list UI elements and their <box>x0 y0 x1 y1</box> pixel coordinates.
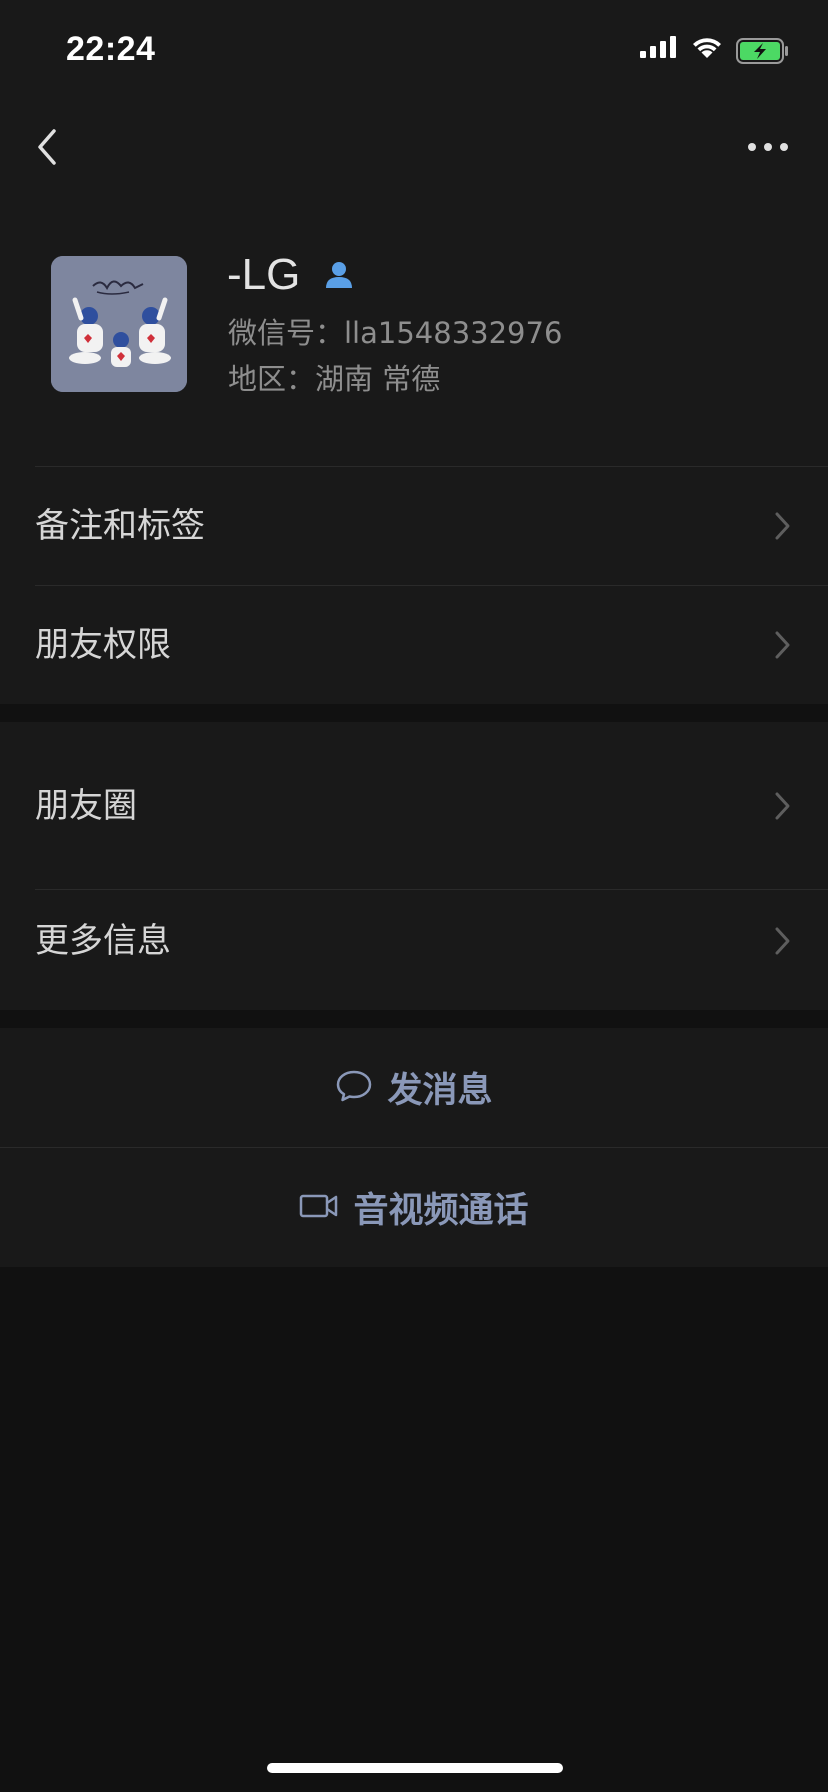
contact-profile-screen: 22:24 -LG 微信号：lla1548332976 地区：湖南 常德 备注和… <box>0 0 828 1792</box>
menu-item-more-info[interactable]: 更多信息 <box>0 889 828 1010</box>
more-icon <box>748 143 788 151</box>
menu-group-2: 朋友圈 更多信息 <box>0 722 828 1010</box>
status-time: 22:24 <box>66 30 156 68</box>
menu-item-label: 朋友权限 <box>35 625 171 665</box>
chevron-right-icon <box>772 924 794 958</box>
chevron-left-icon <box>38 129 56 165</box>
profile-name: -LG <box>227 250 301 299</box>
video-call-button[interactable]: 音视频通话 <box>0 1148 828 1267</box>
avatar-illustration <box>51 256 187 392</box>
chevron-right-icon <box>772 628 794 662</box>
avatar[interactable] <box>51 256 187 392</box>
chevron-right-icon <box>772 509 794 543</box>
contact-person-icon <box>322 258 356 292</box>
menu-item-label: 朋友圈 <box>35 786 137 826</box>
menu-group-1: 备注和标签 朋友权限 <box>0 467 828 704</box>
home-indicator[interactable] <box>267 1763 563 1773</box>
region: 地区：湖南 常德 <box>228 362 441 396</box>
menu-item-friend-permissions[interactable]: 朋友权限 <box>0 585 828 703</box>
chevron-right-icon <box>772 789 794 823</box>
wifi-icon <box>690 34 724 64</box>
more-button[interactable] <box>744 132 794 162</box>
menu-item-label: 备注和标签 <box>35 506 205 546</box>
cellular-signal-icon <box>640 36 676 62</box>
back-button[interactable] <box>28 122 68 172</box>
send-message-label: 发消息 <box>387 1071 493 1111</box>
send-message-button[interactable]: 发消息 <box>0 1028 828 1147</box>
video-call-label: 音视频通话 <box>353 1191 529 1231</box>
menu-item-moments[interactable]: 朋友圈 <box>0 722 828 889</box>
video-camera-icon <box>299 1192 339 1224</box>
wechat-id[interactable]: 微信号：lla1548332976 <box>228 313 562 353</box>
menu-item-remarks-tags[interactable]: 备注和标签 <box>0 467 828 585</box>
battery-charging-icon <box>736 38 790 68</box>
menu-item-label: 更多信息 <box>35 921 171 961</box>
chat-bubble-icon <box>335 1068 373 1108</box>
